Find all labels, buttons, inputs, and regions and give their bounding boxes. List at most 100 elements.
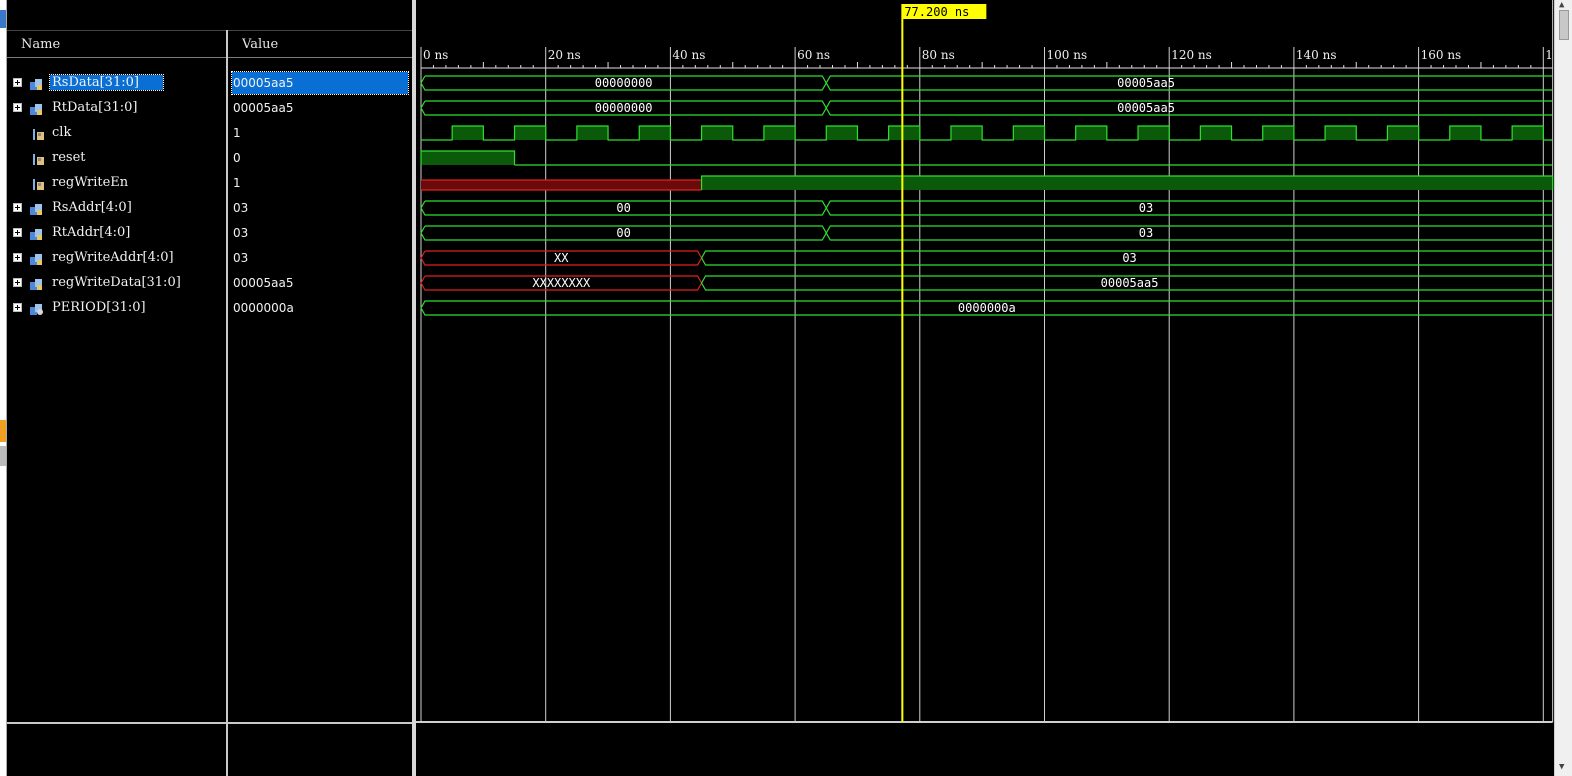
signal-value-text: 03	[233, 226, 249, 240]
signal-value-rsaddr[interactable]: 03	[232, 197, 408, 219]
time-tick-label: 120 ns	[1171, 48, 1212, 62]
expand-icon[interactable]	[13, 253, 22, 262]
signal-name[interactable]: PERIOD[31:0]	[50, 300, 148, 315]
signal-value-pane: Value 00005aa5 00005aa5 1 0 1 03 03 03 00005aa5 0…	[228, 0, 412, 776]
vertical-scrollbar[interactable]: ▲ ▼	[1554, 0, 1572, 776]
signal-row-regwritedata[interactable]: regWriteData[31:0]	[7, 272, 226, 294]
signal-value-text: 1	[233, 126, 241, 140]
level-high-fill	[421, 151, 515, 165]
signal-value-regwritedata[interactable]: 00005aa5	[232, 272, 408, 294]
clock-high-pulse	[1200, 126, 1232, 140]
signal-value-text: 1	[233, 176, 241, 190]
clock-high-pulse	[1449, 126, 1481, 140]
segment-value-label: XXXXXXXX	[532, 276, 591, 290]
wave-rtdata-segment[interactable]	[825, 100, 1553, 116]
signal-value-reset[interactable]: 0	[232, 147, 408, 169]
segment-value-label: 0000000a	[958, 301, 1016, 315]
value-column-header[interactable]: Value	[228, 30, 412, 58]
signal-name[interactable]: regWriteEn	[50, 175, 130, 190]
parameter-icon	[29, 301, 44, 315]
signal-row-rtdata[interactable]: RtData[31:0]	[7, 97, 226, 119]
timeline-ruler[interactable]	[416, 30, 1554, 58]
signal-row-rtaddr[interactable]: RtAddr[4:0]	[7, 222, 226, 244]
clock-high-pulse	[950, 126, 983, 140]
signal-value-period[interactable]: 0000000a	[232, 297, 408, 319]
signal-name[interactable]: regWriteData[31:0]	[50, 275, 183, 290]
segment-value-label: 00000000	[595, 76, 653, 90]
signal-value-rtdata[interactable]: 00005aa5	[232, 97, 408, 119]
signal-name[interactable]: RtAddr[4:0]	[50, 225, 132, 240]
signal-name-pane: Name RsData[31:0] RtData[31:0] clk reset reg…	[7, 0, 226, 776]
left-edge-strip	[0, 0, 7, 776]
segment-value-label: 00005aa5	[1117, 101, 1175, 115]
signal-row-clk[interactable]: clk	[7, 122, 226, 144]
signal-value-text: 03	[233, 251, 249, 265]
cursor-time-label: 77.200 ns	[904, 5, 969, 19]
signal-row-regwriteaddr[interactable]: regWriteAddr[4:0]	[7, 247, 226, 269]
clock-high-pulse	[701, 126, 733, 140]
signal-row-reset[interactable]: reset	[7, 147, 226, 169]
signal-name[interactable]: clk	[50, 125, 73, 140]
clock-high-pulse	[514, 126, 546, 140]
signal-value-rtaddr[interactable]: 03	[232, 222, 408, 244]
expand-icon[interactable]	[13, 303, 22, 312]
wave-rtaddr-segment[interactable]	[825, 225, 1553, 241]
scrollbar-thumb[interactable]	[1559, 10, 1569, 40]
signal-value-text: 00005aa5	[233, 76, 294, 90]
signal-row-rsaddr[interactable]: RsAddr[4:0]	[7, 197, 226, 219]
time-tick-label: 100 ns	[1047, 48, 1088, 62]
time-tick-label: 80 ns	[922, 48, 955, 62]
bus-signal-icon	[29, 276, 44, 290]
signal-row-regwriteen[interactable]: regWriteEn	[7, 172, 226, 194]
time-tick-label: 0 ns	[423, 48, 448, 62]
signal-name[interactable]: reset	[50, 150, 88, 165]
waveform-canvas[interactable]: 0 ns 20 ns 40 ns 60 ns 80 ns 100 ns 120 ns 140 …	[416, 0, 1554, 776]
segment-value-label: 03	[1139, 201, 1153, 215]
scroll-up-icon[interactable]: ▲	[1559, 0, 1564, 10]
name-column-header[interactable]: Name	[7, 30, 226, 58]
clock-high-pulse	[888, 126, 920, 140]
bit-signal-icon	[31, 176, 46, 190]
expand-icon[interactable]	[13, 278, 22, 287]
clock-high-pulse	[1387, 126, 1419, 140]
unknown-fill	[421, 180, 702, 190]
expand-icon[interactable]	[13, 203, 22, 212]
level-high-fill	[701, 176, 1553, 190]
segment-value-label: 00005aa5	[1117, 76, 1175, 90]
name-column-label: Name	[21, 37, 61, 52]
clock-high-pulse	[576, 126, 609, 140]
signal-name[interactable]: RsAddr[4:0]	[50, 200, 134, 215]
time-tick-label: 60 ns	[797, 48, 830, 62]
signal-value-text: 00005aa5	[233, 101, 294, 115]
signal-value-regwriteaddr[interactable]: 03	[232, 247, 408, 269]
signal-row-rsdata[interactable]: RsData[31:0]	[7, 72, 226, 94]
clock-high-pulse	[639, 126, 671, 140]
signal-value-regwriteen[interactable]: 1	[232, 172, 408, 194]
wave-rsaddr-segment[interactable]	[825, 200, 1553, 216]
segment-value-label: 00005aa5	[1101, 276, 1159, 290]
bus-signal-icon	[29, 226, 44, 240]
signal-name[interactable]: RtData[31:0]	[50, 100, 140, 115]
clock-high-pulse	[1075, 126, 1107, 140]
bus-signal-icon	[29, 201, 44, 215]
signal-value-rsdata[interactable]: 00005aa5	[231, 71, 409, 95]
segment-value-label: 03	[1122, 251, 1136, 265]
segment-value-label: 00	[616, 201, 630, 215]
segment-value-label: 00	[616, 226, 630, 240]
time-tick-label: 1	[1545, 48, 1553, 62]
signal-value-clk[interactable]: 1	[232, 122, 408, 144]
bit-signal-icon	[31, 126, 46, 140]
signal-name[interactable]: regWriteAddr[4:0]	[50, 250, 176, 265]
expand-icon[interactable]	[13, 78, 22, 87]
clock-high-pulse	[826, 126, 858, 140]
expand-icon[interactable]	[13, 103, 22, 112]
scroll-down-icon[interactable]: ▼	[1559, 762, 1564, 772]
signal-name[interactable]: RsData[31:0]	[49, 74, 164, 91]
signal-value-text: 0	[233, 151, 241, 165]
wave-rsdata-segment[interactable]	[825, 75, 1553, 91]
clock-high-pulse	[1013, 126, 1045, 140]
expand-icon[interactable]	[13, 228, 22, 237]
bus-signal-icon	[29, 76, 44, 90]
signal-row-period[interactable]: PERIOD[31:0]	[7, 297, 226, 319]
clock-high-pulse	[763, 126, 796, 140]
